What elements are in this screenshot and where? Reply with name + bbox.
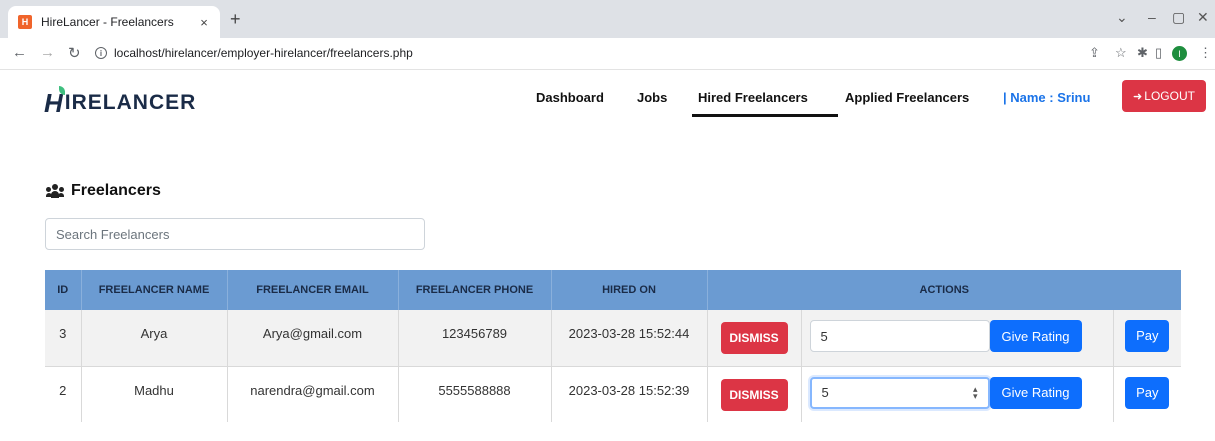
sign-out-icon: ➜ xyxy=(1133,90,1143,103)
cell-pay: Pay xyxy=(1113,365,1182,422)
page-title: Freelancers xyxy=(46,182,161,200)
browser-tab[interactable]: H HireLancer - Freelancers × xyxy=(8,6,220,38)
minimize-icon[interactable]: – xyxy=(1148,9,1156,25)
reload-icon[interactable]: ↻ xyxy=(68,44,81,62)
spinner-icon[interactable]: ▴ ▾ xyxy=(973,384,978,400)
star-icon[interactable]: ☆ xyxy=(1115,45,1127,61)
rating-input[interactable]: 5 xyxy=(809,320,990,352)
header-id: ID xyxy=(45,270,82,310)
nav-jobs[interactable]: Jobs xyxy=(637,90,667,105)
menu-icon[interactable]: ⋮ xyxy=(1199,45,1212,61)
cell-pay: Pay xyxy=(1113,310,1182,366)
cell-id: 2 xyxy=(45,365,82,422)
pay-button[interactable]: Pay xyxy=(1125,376,1170,409)
search-input[interactable] xyxy=(45,218,425,250)
title-text: Freelancers xyxy=(71,182,161,199)
cell-email: narendra@gmail.com xyxy=(227,365,399,422)
logo-mark: H xyxy=(44,85,65,118)
profile-avatar[interactable]: I xyxy=(1172,46,1187,61)
restore-icon[interactable]: ▢ xyxy=(1172,9,1185,26)
rating-input[interactable]: 5 ▴ ▾ xyxy=(809,376,990,409)
header-actions: ACTIONS xyxy=(707,270,1182,310)
dismiss-button[interactable]: DISMISS xyxy=(720,322,788,354)
user-name: | Name : Srinu xyxy=(1003,90,1091,105)
favicon-icon: H xyxy=(18,15,32,29)
cell-hired-on: 2023-03-28 15:52:39 xyxy=(551,365,708,422)
table-header-row: ID FREELANCER NAME FREELANCER EMAIL FREE… xyxy=(45,270,1182,310)
give-rating-button[interactable]: Give Rating xyxy=(989,320,1082,352)
tab-title: HireLancer - Freelancers xyxy=(41,15,174,29)
tab-search-icon[interactable]: ⌄ xyxy=(1116,9,1128,26)
address-bar[interactable]: i localhost/hirelancer/employer-hirelanc… xyxy=(95,41,1055,65)
table-row: 3 Arya Arya@gmail.com 123456789 2023-03-… xyxy=(45,310,1182,366)
logo-text: IRELANCER xyxy=(64,91,197,114)
cell-rating: 5 Give Rating xyxy=(801,310,1114,366)
sidepanel-icon[interactable]: ▯ xyxy=(1155,45,1162,61)
browser-tabstrip: H HireLancer - Freelancers × + ⌄ – ▢ ✕ xyxy=(0,0,1215,38)
nav-hired-freelancers[interactable]: Hired Freelancers xyxy=(698,90,808,105)
back-icon[interactable]: ← xyxy=(12,44,27,61)
pay-button[interactable]: Pay xyxy=(1125,320,1170,352)
extensions-icon[interactable]: ✱ xyxy=(1137,45,1148,61)
tab-close-icon[interactable]: × xyxy=(196,15,212,30)
header-email: FREELANCER EMAIL xyxy=(227,270,399,310)
cell-rating: 5 ▴ ▾ Give Rating xyxy=(801,365,1114,422)
cell-hired-on: 2023-03-28 15:52:44 xyxy=(551,310,708,366)
info-icon[interactable]: i xyxy=(95,47,107,59)
logout-button[interactable]: ➜ LOGOUT xyxy=(1122,80,1206,112)
header-hired-on: HIRED ON xyxy=(551,270,708,310)
cell-dismiss: DISMISS xyxy=(707,310,802,366)
new-tab-icon[interactable]: + xyxy=(230,9,241,30)
nav-dashboard[interactable]: Dashboard xyxy=(536,90,604,105)
cell-dismiss: DISMISS xyxy=(707,365,802,422)
site-logo[interactable]: H IRELANCER xyxy=(44,85,197,118)
header-name: FREELANCER NAME xyxy=(81,270,228,310)
cell-phone: 123456789 xyxy=(398,310,552,366)
forward-icon[interactable]: → xyxy=(40,44,55,61)
dismiss-button[interactable]: DISMISS xyxy=(720,378,788,411)
share-icon[interactable]: ⇪ xyxy=(1089,45,1100,61)
active-nav-underline xyxy=(692,114,838,117)
window-close-icon[interactable]: ✕ xyxy=(1197,9,1209,26)
nav-applied-freelancers[interactable]: Applied Freelancers xyxy=(845,90,969,105)
freelancers-table: ID FREELANCER NAME FREELANCER EMAIL FREE… xyxy=(45,270,1182,422)
table-row: 2 Madhu narendra@gmail.com 5555588888 20… xyxy=(45,365,1182,422)
cell-name: Madhu xyxy=(81,365,228,422)
cell-phone: 5555588888 xyxy=(398,365,552,422)
leaf-icon xyxy=(58,85,65,95)
cell-email: Arya@gmail.com xyxy=(227,310,399,366)
browser-toolbar: ← → ↻ i localhost/hirelancer/employer-hi… xyxy=(0,38,1215,70)
url-text: localhost/hirelancer/employer-hirelancer… xyxy=(114,46,413,60)
give-rating-button[interactable]: Give Rating xyxy=(989,376,1082,409)
logout-label: LOGOUT xyxy=(1144,89,1195,103)
cell-id: 3 xyxy=(45,310,82,366)
header-phone: FREELANCER PHONE xyxy=(398,270,552,310)
cell-name: Arya xyxy=(81,310,228,366)
users-icon xyxy=(46,184,64,198)
